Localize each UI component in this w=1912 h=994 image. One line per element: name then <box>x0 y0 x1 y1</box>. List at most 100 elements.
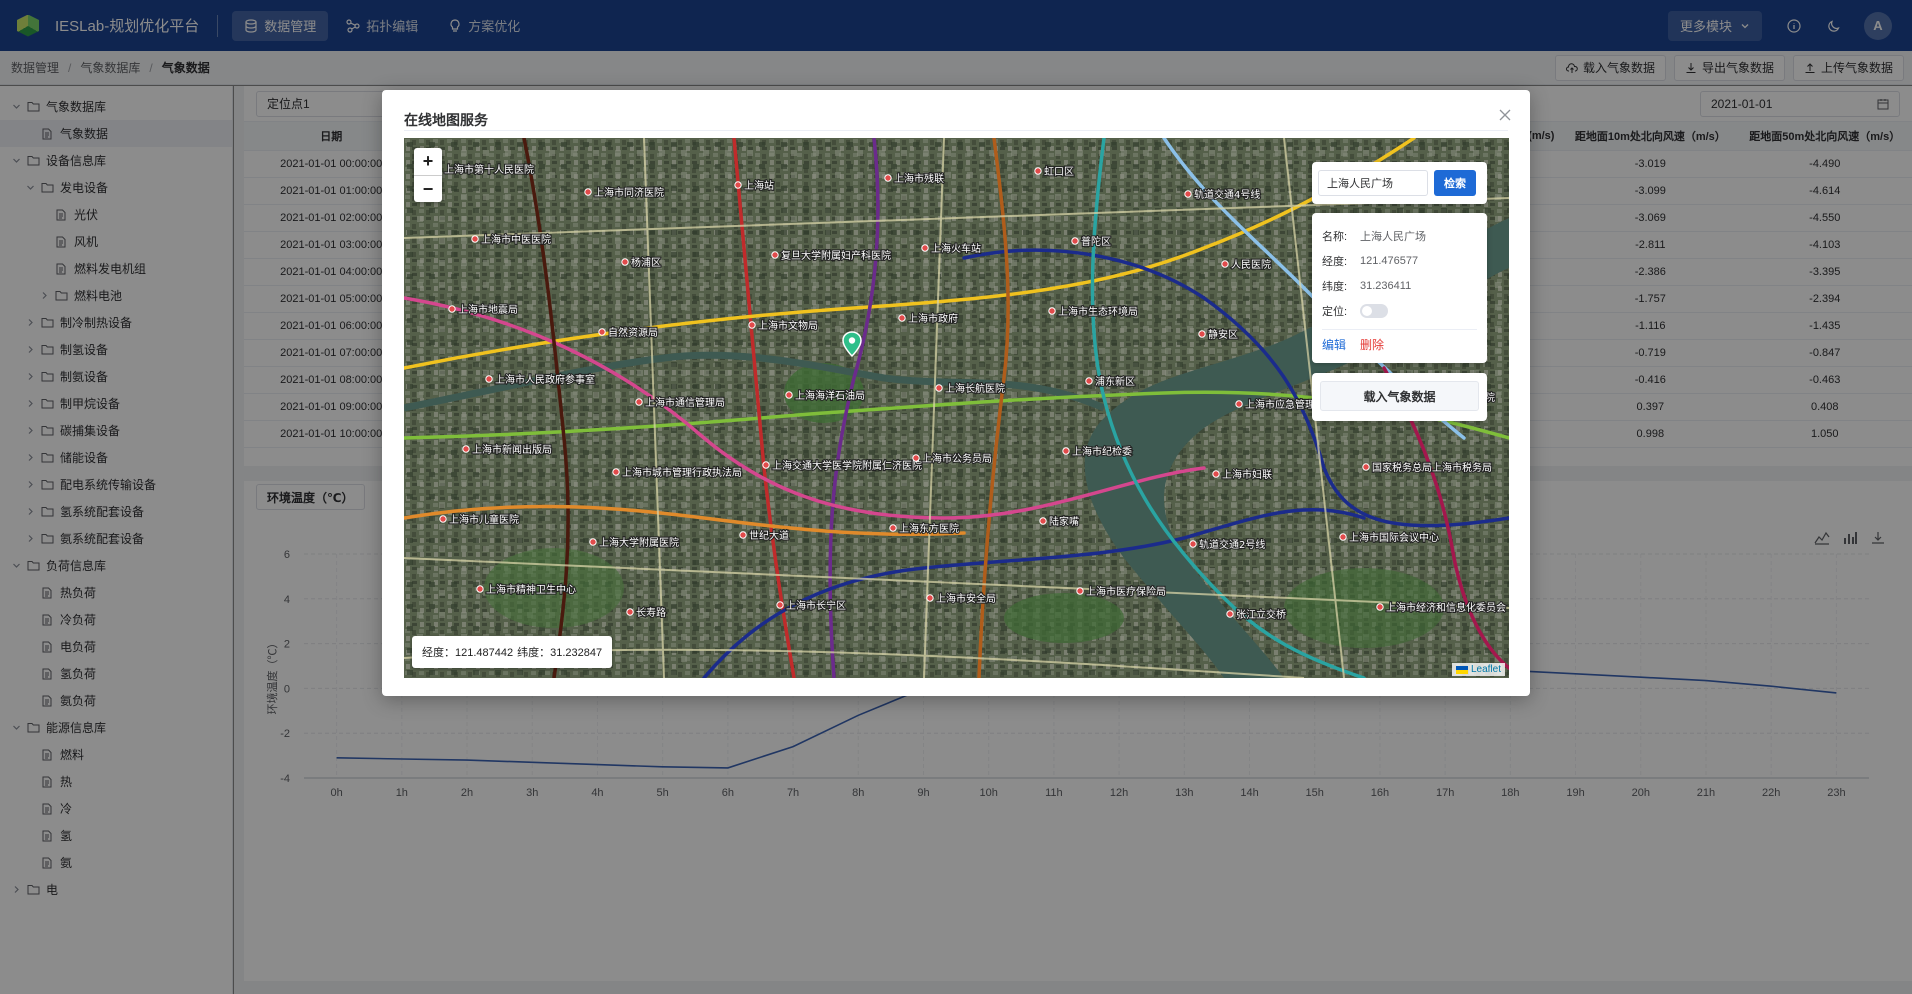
load-weather-data-button[interactable]: 载入气象数据 <box>1320 381 1479 411</box>
map-poi-label[interactable]: 轨道交通4号线 <box>1193 187 1262 202</box>
poi-marker[interactable] <box>1376 603 1384 611</box>
poi-marker[interactable] <box>1339 533 1347 541</box>
poi-marker[interactable] <box>448 305 456 313</box>
map-poi-label[interactable]: 上海市第十人民医院 <box>443 162 535 177</box>
map-poi-label[interactable]: 上海市生态环境局 <box>1057 304 1139 319</box>
poi-marker[interactable] <box>612 468 620 476</box>
poi-marker[interactable] <box>771 251 779 259</box>
poi-marker[interactable] <box>785 391 793 399</box>
poi-marker[interactable] <box>1212 470 1220 478</box>
map-poi-label[interactable]: 上海市纪检委 <box>1071 444 1133 459</box>
poi-marker[interactable] <box>1085 377 1093 385</box>
zoom-out-button[interactable]: − <box>414 175 442 202</box>
delete-location-link[interactable]: 删除 <box>1360 336 1384 353</box>
map-poi-label[interactable]: 上海市城市管理行政执法局 <box>621 465 743 480</box>
map-poi-label[interactable]: 上海交通大学医学院附属仁济医院 <box>771 458 923 473</box>
map-poi-label[interactable]: 上海站 <box>743 178 775 193</box>
map-poi-label[interactable]: 复旦大学附属妇产科医院 <box>780 248 892 263</box>
poi-marker[interactable] <box>635 398 643 406</box>
map-poi-label[interactable]: 上海市经济和信息化委员会 <box>1385 600 1507 615</box>
map-poi-label[interactable]: 陆家嘴 <box>1048 514 1080 529</box>
poi-marker[interactable] <box>1184 190 1192 198</box>
poi-marker[interactable] <box>589 538 597 546</box>
map-poi-label[interactable]: 上海市长宁区 <box>785 598 847 613</box>
map-poi-label[interactable]: 上海市新闻出版局 <box>471 442 553 457</box>
map-poi-label[interactable]: 上海大学附属医院 <box>598 535 680 550</box>
map-poi-label[interactable]: 上海市文物局 <box>757 318 819 333</box>
map-poi-label[interactable]: 浦东新区 <box>1094 374 1136 389</box>
poi-marker[interactable] <box>1235 400 1243 408</box>
poi-marker[interactable] <box>1062 447 1070 455</box>
map-attribution[interactable]: Leaflet <box>1451 663 1505 676</box>
poi-marker[interactable] <box>598 328 606 336</box>
poi-marker[interactable] <box>1198 330 1206 338</box>
poi-marker[interactable] <box>889 524 897 532</box>
map-poi-label[interactable]: 上海市安全局 <box>935 591 997 606</box>
map-poi-label[interactable]: 上海市人民政府参事室 <box>494 372 596 387</box>
location-marker-icon[interactable] <box>841 331 863 360</box>
poi-marker[interactable] <box>1362 463 1370 471</box>
poi-marker[interactable] <box>621 258 629 266</box>
map-poi-label[interactable]: 上海市精神卫生中心 <box>485 582 577 597</box>
map-poi-label[interactable]: 世纪大道 <box>748 528 790 543</box>
poi-marker[interactable] <box>734 181 742 189</box>
map-poi-label[interactable]: 国家税务总局上海市税务局 <box>1371 460 1493 475</box>
map-poi-label[interactable]: 上海市通信管理局 <box>644 395 726 410</box>
poi-marker[interactable] <box>485 375 493 383</box>
poi-marker[interactable] <box>1221 260 1229 268</box>
map-poi-label[interactable]: 自然资源局 <box>607 325 659 340</box>
edit-location-link[interactable]: 编辑 <box>1322 336 1346 353</box>
map-poi-label[interactable]: 普陀区 <box>1080 234 1112 249</box>
poi-marker[interactable] <box>739 531 747 539</box>
map-poi-label[interactable]: 上海东方医院 <box>898 521 960 536</box>
map-poi-label[interactable]: 上海市同济医院 <box>593 185 665 200</box>
map-poi-label[interactable]: 人民医院 <box>1230 257 1272 272</box>
poi-marker[interactable] <box>476 585 484 593</box>
map-poi-label[interactable]: 长寿路 <box>635 605 667 620</box>
map-poi-label[interactable]: 上海市中医医院 <box>480 232 552 247</box>
poi-marker[interactable] <box>1039 517 1047 525</box>
location-search-input[interactable] <box>1318 170 1428 196</box>
poi-marker[interactable] <box>1071 237 1079 245</box>
map-poi-label[interactable]: 上海市政府 <box>907 311 959 326</box>
poi-marker[interactable] <box>1189 540 1197 548</box>
map-poi-label[interactable]: 上海海洋石油局 <box>794 388 866 403</box>
map-poi-label[interactable]: 上海市公务员局 <box>921 451 993 466</box>
poi-marker[interactable] <box>935 384 943 392</box>
zoom-in-button[interactable]: + <box>414 148 442 175</box>
map-poi-label[interactable]: 静安区 <box>1207 327 1239 342</box>
poi-marker[interactable] <box>748 321 756 329</box>
map-poi-label[interactable]: 上海市儿童医院 <box>448 512 520 527</box>
poi-marker[interactable] <box>1048 307 1056 315</box>
map-poi-label[interactable]: 轨道交通2号线 <box>1198 537 1267 552</box>
poi-marker[interactable] <box>1226 610 1234 618</box>
locate-toggle[interactable] <box>1360 303 1388 318</box>
search-button[interactable]: 检索 <box>1434 170 1476 196</box>
poi-marker[interactable] <box>584 188 592 196</box>
map-poi-label[interactable]: 虹口区 <box>1043 165 1075 179</box>
poi-marker[interactable] <box>471 235 479 243</box>
poi-marker[interactable] <box>1034 167 1042 175</box>
map-poi-label[interactable]: 张江立交桥 <box>1235 607 1287 622</box>
poi-marker[interactable] <box>626 608 634 616</box>
map-poi-label[interactable]: 上海市地震局 <box>457 302 519 317</box>
poi-marker[interactable] <box>439 515 447 523</box>
close-button[interactable] <box>1496 106 1514 124</box>
map-poi-label[interactable]: 杨浦区 <box>630 255 662 270</box>
cursor-longitude: 经度：121.487442 <box>422 647 514 659</box>
poi-marker[interactable] <box>1076 587 1084 595</box>
poi-marker[interactable] <box>912 454 920 462</box>
poi-marker[interactable] <box>776 601 784 609</box>
map-poi-label[interactable]: 上海市国际会议中心 <box>1348 530 1440 545</box>
poi-marker[interactable] <box>884 174 892 182</box>
poi-marker[interactable] <box>926 594 934 602</box>
map-poi-label[interactable]: 上海长航医院 <box>944 381 1006 396</box>
map-poi-label[interactable]: 上海市残联 <box>893 171 945 186</box>
poi-marker[interactable] <box>921 244 929 252</box>
map-poi-label[interactable]: 上海市医疗保险局 <box>1085 584 1167 599</box>
poi-marker[interactable] <box>462 445 470 453</box>
poi-marker[interactable] <box>898 314 906 322</box>
map-poi-label[interactable]: 上海火车站 <box>930 241 982 256</box>
map-poi-label[interactable]: 上海市妇联 <box>1221 467 1273 482</box>
poi-marker[interactable] <box>762 461 770 469</box>
